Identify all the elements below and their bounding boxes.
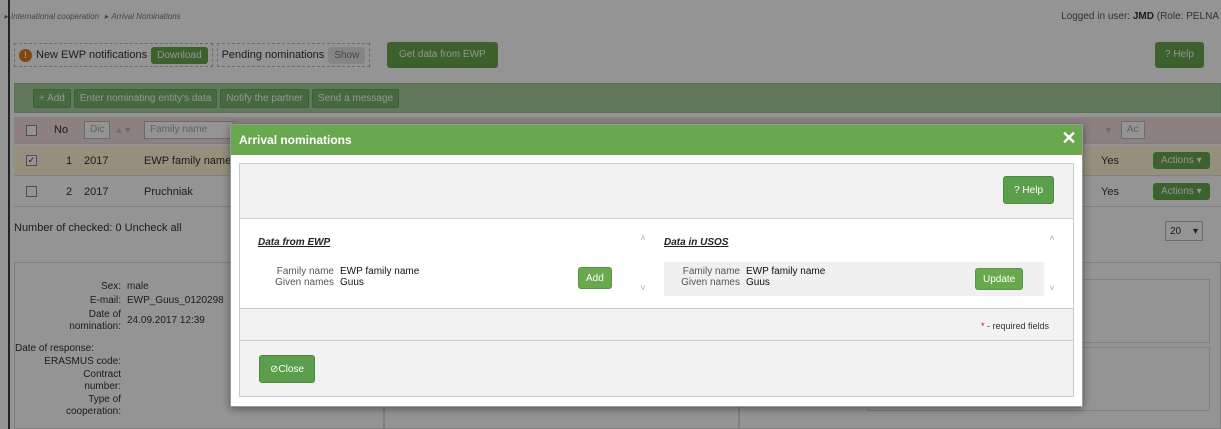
required-fields-note: * - required fields [980,321,1049,331]
scrollbar[interactable]: ˄ ˅ [1047,233,1057,303]
add-button[interactable]: Add [578,267,612,289]
dialog-footer: ⊘Close [240,341,1073,396]
data-in-usos-title: Data in USOS [664,237,729,248]
data-in-usos-column: Data in USOS [664,237,1054,248]
ewp-given-row: Given names Guus [275,277,364,288]
update-button[interactable]: Update [975,268,1024,290]
dialog-data-section: Data from EWP Family name EWP family name… [240,219,1073,309]
left-divider [8,0,10,429]
data-from-ewp-column: Data from EWP [258,237,628,248]
ewp-given-value: Guus [340,277,364,288]
ewp-family-value: EWP family name [340,266,420,277]
arrival-nominations-dialog: Arrival nominations ✕ ? Help Data from E… [230,124,1083,407]
scrollbar[interactable]: ˄ ˅ [638,233,648,303]
usos-family-value: EWP family name [746,266,826,277]
usos-given-row: Given names Guus [681,277,770,288]
dialog-body: ? Help Data from EWP Family name EWP fami… [239,163,1074,397]
close-button[interactable]: ⊘Close [259,355,315,383]
dialog-top-section: ? Help [240,164,1073,219]
close-icon[interactable]: ✕ [1060,129,1078,147]
usos-given-value: Guus [746,277,770,288]
dialog-title: Arrival nominations [231,125,1082,155]
required-fields-section: * - required fields [240,309,1073,341]
usos-family-row: Family name EWP family name [682,266,826,277]
ewp-family-row: Family name EWP family name [276,266,420,277]
dialog-help-button[interactable]: ? Help [1003,176,1054,204]
data-from-ewp-title: Data from EWP [258,237,331,248]
